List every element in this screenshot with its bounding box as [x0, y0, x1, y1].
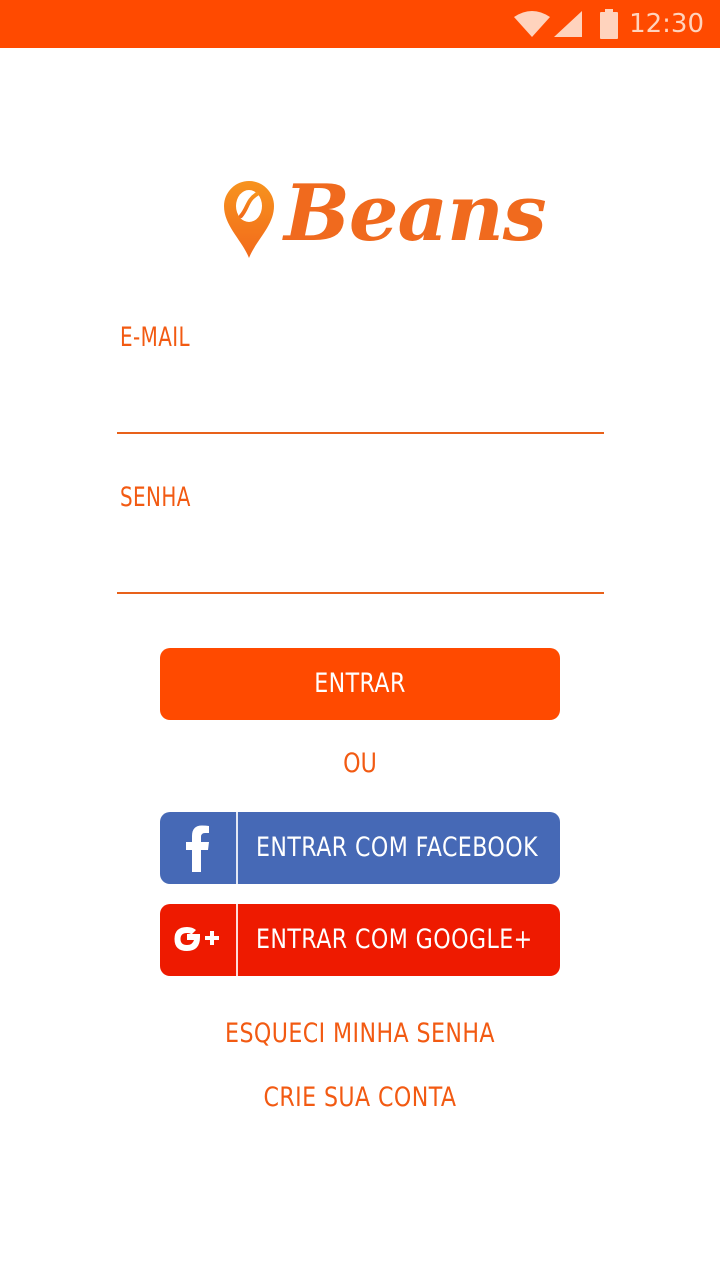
email-field[interactable] — [117, 386, 604, 434]
map-pin-bean-icon — [224, 181, 274, 258]
facebook-icon — [186, 825, 209, 872]
email-label: E-MAIL — [120, 322, 191, 353]
facebook-login-label: ENTRAR COM FACEBOOK — [256, 832, 539, 863]
forgot-password-link[interactable]: ESQUECI MINHA SENHA — [65, 1018, 655, 1049]
login-button-label: ENTRAR — [314, 668, 406, 699]
logo-wordmark: Beans — [284, 168, 547, 259]
signal-icon — [554, 11, 582, 37]
status-time: 12:30 — [629, 9, 704, 39]
login-button[interactable]: ENTRAR — [160, 648, 560, 720]
status-bar: 12:30 — [0, 0, 720, 48]
password-field[interactable] — [117, 546, 604, 594]
google-plus-icon — [174, 927, 219, 951]
wifi-icon — [514, 11, 550, 37]
or-separator: OU — [343, 748, 377, 779]
password-label: SENHA — [120, 482, 191, 513]
google-login-label: ENTRAR COM GOOGLE+ — [256, 924, 533, 955]
button-divider — [236, 904, 238, 976]
google-login-button[interactable]: ENTRAR COM GOOGLE+ — [160, 904, 560, 976]
app-logo: Beans — [222, 168, 547, 264]
create-account-link[interactable]: CRIE SUA CONTA — [65, 1082, 655, 1113]
battery-icon — [600, 9, 618, 39]
button-divider — [236, 812, 238, 884]
facebook-login-button[interactable]: ENTRAR COM FACEBOOK — [160, 812, 560, 884]
